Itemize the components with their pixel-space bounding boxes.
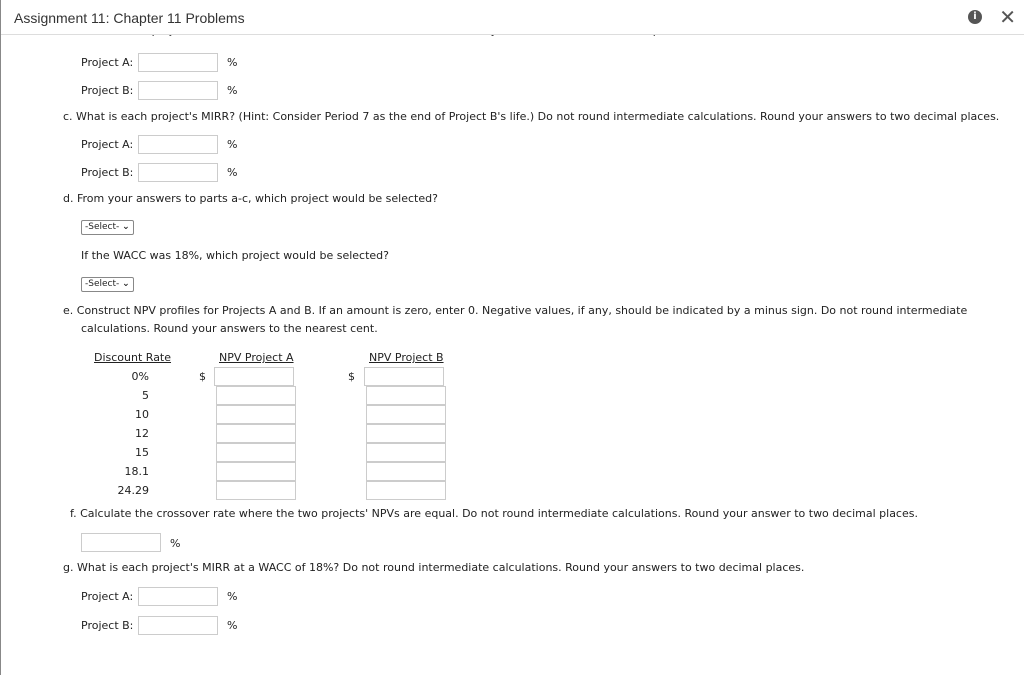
discount-rate-value: 18.1 (124, 465, 150, 478)
npv-a-input[interactable] (216, 424, 296, 443)
npv-b-input[interactable] (366, 462, 446, 481)
select-value: -Select- (85, 222, 120, 232)
project-select-2[interactable]: -Select- ⌄ (81, 277, 134, 292)
header: Assignment 11: Chapter 11 Problems i ✕ (1, 0, 1024, 35)
npv-b-input[interactable] (364, 367, 444, 386)
part-c-b-label: Project B: (81, 166, 134, 179)
part-b-b-label: Project B: (81, 84, 134, 97)
irr-project-b-input[interactable] (138, 81, 218, 100)
part-c-a-label: Project A: (81, 138, 134, 151)
select-value: -Select- (85, 279, 120, 289)
chevron-down-icon: ⌄ (122, 279, 130, 289)
percent-unit: % (227, 166, 238, 179)
col-discount-rate: Discount Rate (94, 351, 172, 364)
mirr18-project-b-input[interactable] (138, 616, 218, 635)
npv-b-input[interactable] (366, 443, 446, 462)
part-g-b-label: Project B: (81, 619, 134, 632)
assignment-title: Assignment 11: Chapter 11 Problems (14, 10, 245, 26)
part-d-prompt-2: If the WACC was 18%, which project would… (81, 249, 389, 262)
mirr18-project-a-input[interactable] (138, 587, 218, 606)
npv-b-input[interactable] (366, 405, 446, 424)
percent-unit: % (227, 56, 238, 69)
part-c-prompt: c. What is each project's MIRR? (Hint: C… (63, 110, 1000, 123)
percent-unit: % (227, 590, 238, 603)
mirr-project-b-input[interactable] (138, 163, 218, 182)
percent-unit: % (227, 619, 238, 632)
part-e-prompt-2: calculations. Round your answers to the … (81, 322, 378, 335)
part-g-prompt: g. What is each project's MIRR at a WACC… (63, 561, 805, 574)
part-g-a-label: Project A: (81, 590, 134, 603)
discount-rate-value: 15 (135, 446, 149, 459)
percent-unit: % (170, 537, 181, 550)
npv-a-input[interactable] (216, 443, 296, 462)
chevron-down-icon: ⌄ (122, 222, 130, 232)
discount-rate-value: 10 (135, 408, 149, 421)
part-f-prompt: f. Calculate the crossover rate where th… (70, 507, 918, 520)
npv-a-input[interactable] (214, 367, 294, 386)
npv-a-input[interactable] (216, 405, 296, 424)
npv-b-input[interactable] (366, 424, 446, 443)
col-npv-b: NPV Project B (369, 351, 444, 364)
npv-b-input[interactable] (366, 386, 446, 405)
part-d-prompt: d. From your answers to parts a-c, which… (63, 192, 438, 205)
npv-b-input[interactable] (366, 481, 446, 500)
npv-a-input[interactable] (216, 481, 296, 500)
col-npv-a: NPV Project A (219, 351, 294, 364)
part-b-a-label: Project A: (81, 56, 134, 69)
part-e-prompt: e. Construct NPV profiles for Projects A… (63, 304, 968, 317)
discount-rate-value: 24.29 (117, 484, 150, 497)
percent-unit: % (227, 84, 238, 97)
discount-rate-value: 12 (135, 427, 149, 440)
mirr-project-a-input[interactable] (138, 135, 218, 154)
close-icon[interactable]: ✕ (999, 5, 1016, 29)
project-select-1[interactable]: -Select- ⌄ (81, 220, 134, 235)
discount-rate-value: 5 (142, 389, 149, 402)
irr-project-a-input[interactable] (138, 53, 218, 72)
npv-a-input[interactable] (216, 462, 296, 481)
crossover-rate-input[interactable] (81, 533, 161, 552)
info-icon[interactable]: i (968, 10, 982, 24)
currency-sign: $ (348, 370, 355, 383)
discount-rate-value: 0% (131, 370, 149, 383)
currency-sign: $ (199, 370, 206, 383)
percent-unit: % (227, 138, 238, 151)
npv-a-input[interactable] (216, 386, 296, 405)
